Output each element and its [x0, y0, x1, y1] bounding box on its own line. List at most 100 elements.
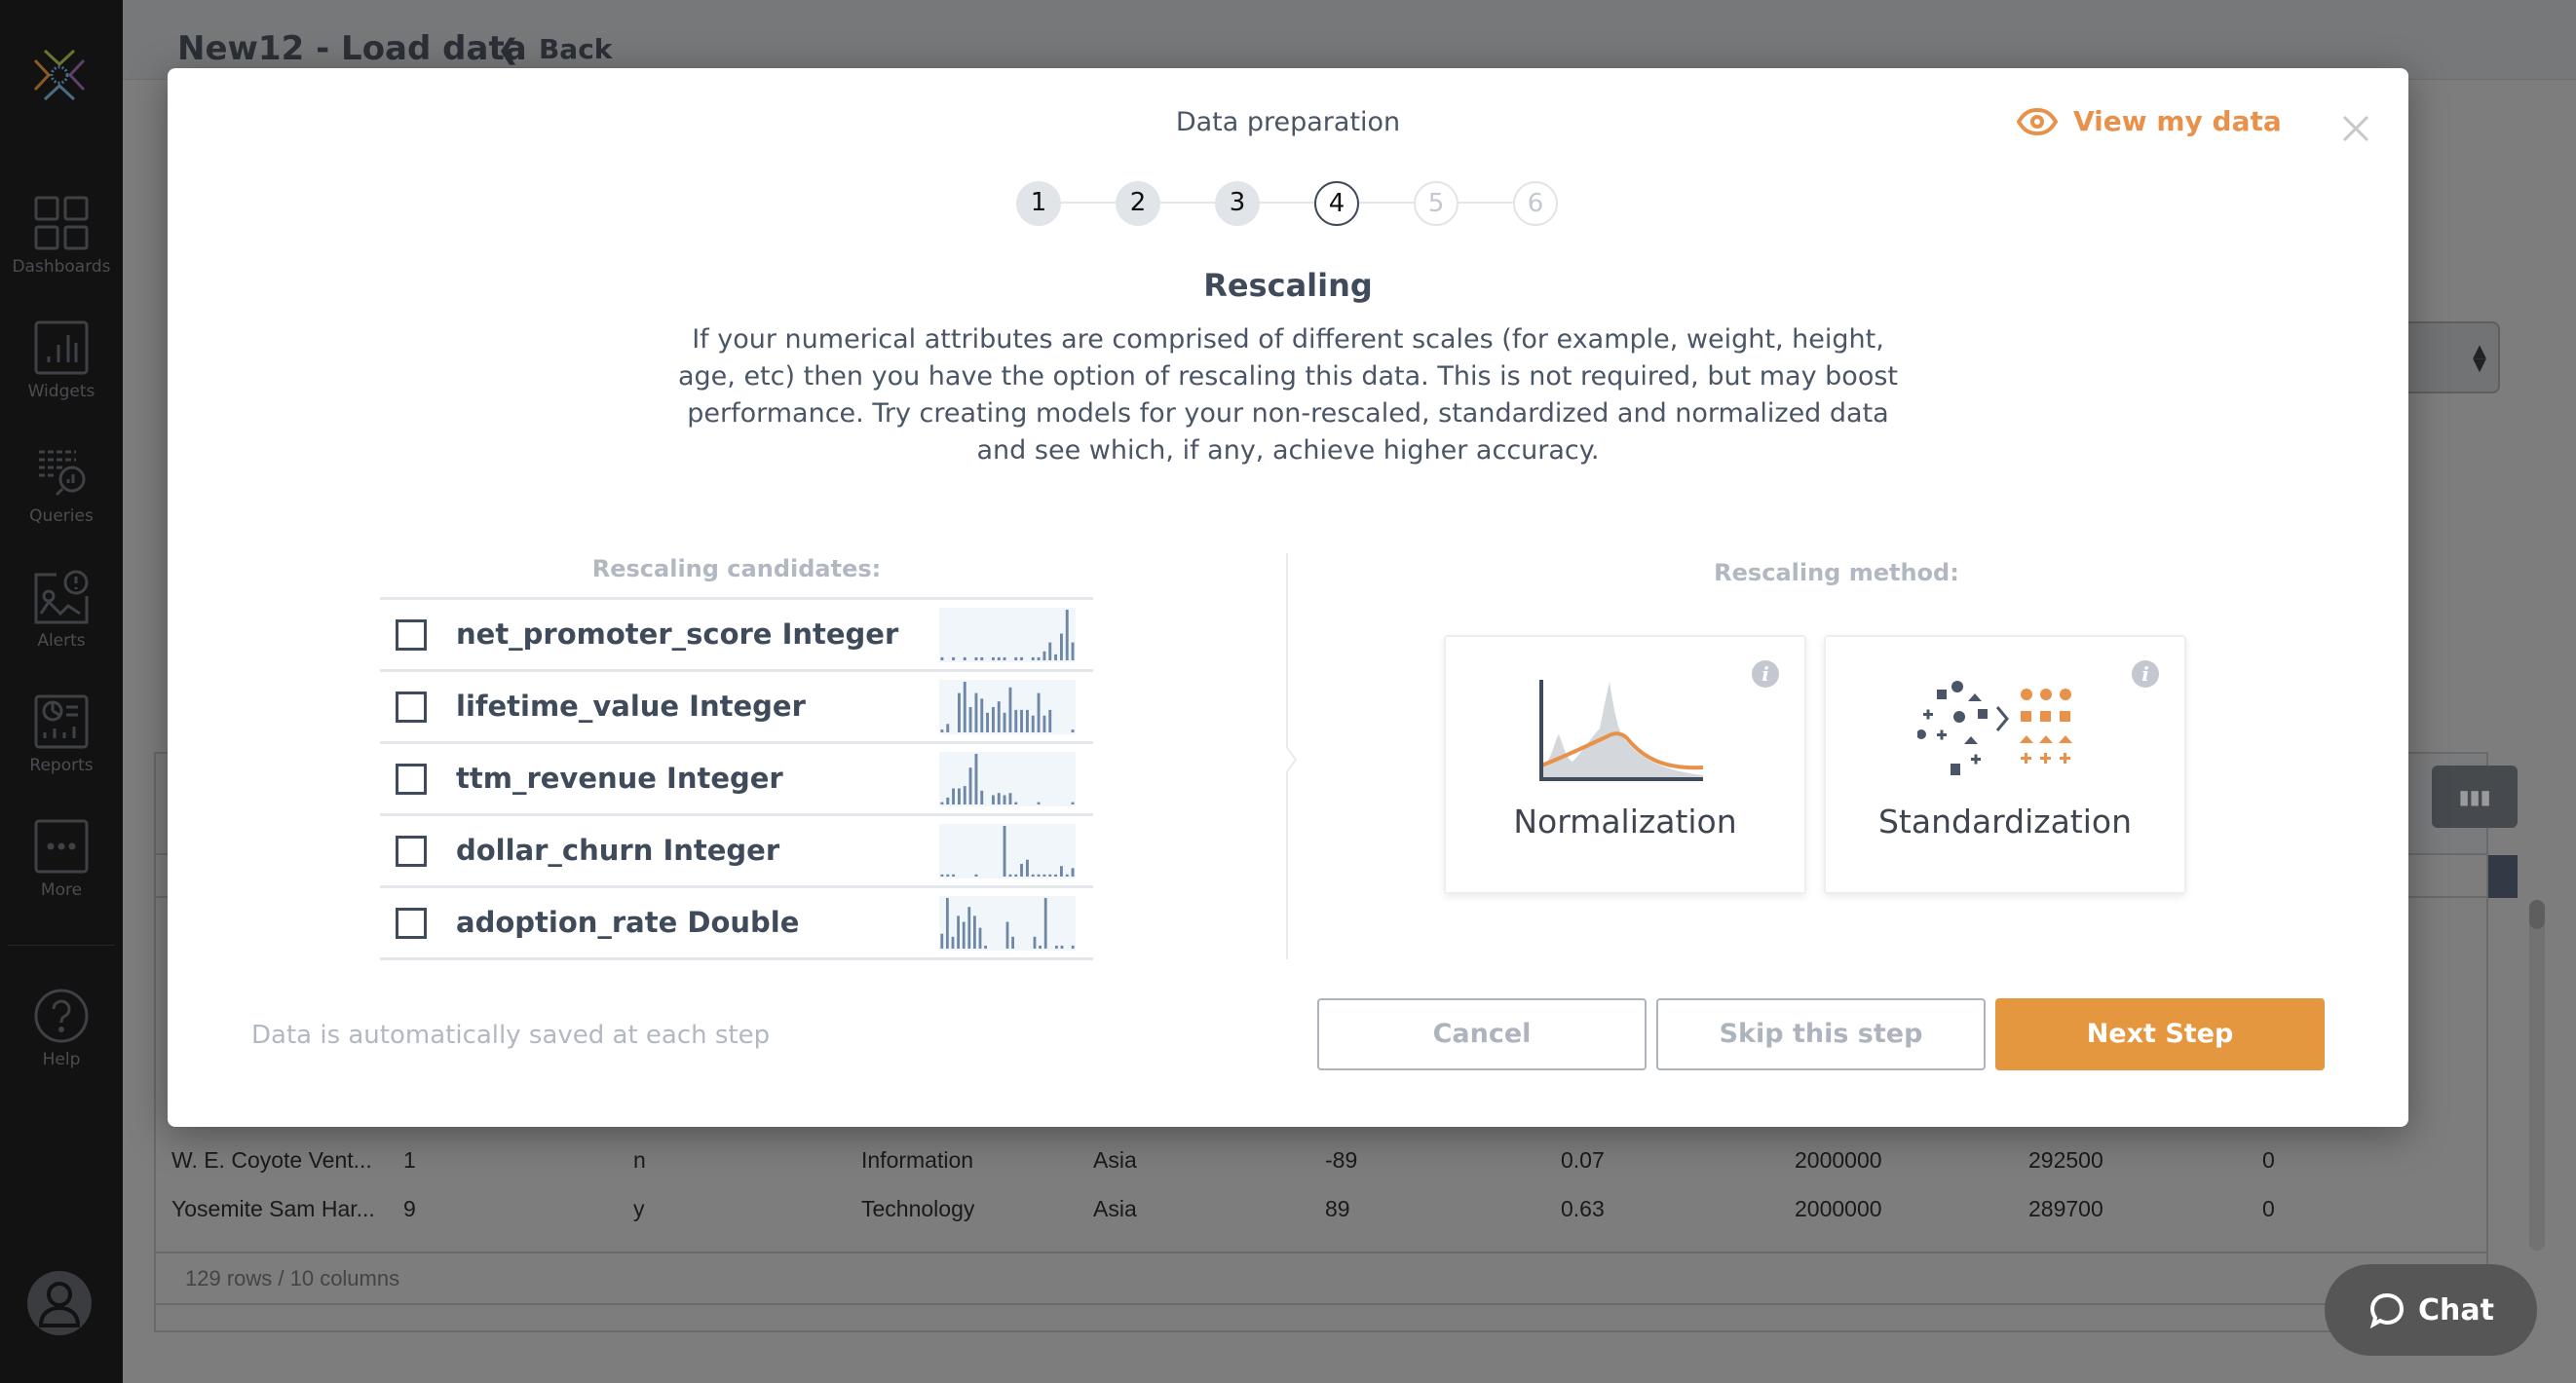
- histogram-bar: [980, 656, 984, 660]
- candidate-histogram: [939, 608, 1076, 662]
- histogram-bar: [974, 874, 978, 877]
- histogram-bar: [940, 802, 944, 804]
- table-cell: -89: [1325, 1147, 1358, 1173]
- histogram-bar: [1042, 651, 1046, 660]
- histogram-bar: [1026, 709, 1029, 732]
- close-icon[interactable]: [2338, 111, 2373, 146]
- sidebar-item-more[interactable]: More: [0, 818, 123, 900]
- histogram-bar: [952, 788, 955, 804]
- table-footer-divider: [156, 1303, 2486, 1305]
- histogram-bar: [1037, 692, 1041, 732]
- histogram-bar: [992, 707, 995, 732]
- candidate-histogram: [939, 752, 1076, 806]
- histogram-bar: [958, 788, 961, 804]
- step-2[interactable]: 2: [1116, 181, 1160, 226]
- table-cell: Asia: [1093, 1196, 1137, 1221]
- selected-header-cell[interactable]: [2488, 855, 2518, 898]
- skip-step-button[interactable]: Skip this step: [1656, 998, 1986, 1070]
- view-my-data-link[interactable]: View my data: [2017, 105, 2282, 137]
- table-row[interactable]: W. E. Coyote Vent... 1 n Information Asia -89…: [158, 1136, 2486, 1184]
- table-cell: Technology: [861, 1196, 975, 1221]
- normalization-label: Normalization: [1513, 803, 1737, 841]
- histogram-bar: [946, 724, 950, 732]
- candidate-row[interactable]: lifetime_value Integer: [380, 672, 1093, 744]
- table-cell: 0.63: [1561, 1196, 1605, 1221]
- candidate-checkbox[interactable]: [396, 908, 427, 939]
- table-scrollbar-thumb[interactable]: [2529, 900, 2545, 929]
- sidebar: Dashboards Widgets Queries Alerts Report…: [0, 0, 123, 1383]
- histogram-bar: [1071, 868, 1075, 877]
- histogram-bar: [1003, 795, 1006, 804]
- back-link[interactable]: ❮ Back: [497, 33, 612, 65]
- histogram-bar: [978, 927, 982, 949]
- cancel-button[interactable]: Cancel: [1317, 998, 1647, 1070]
- candidate-checkbox[interactable]: [396, 764, 427, 795]
- histogram-bar: [946, 797, 950, 804]
- histogram-bar: [986, 712, 989, 732]
- info-icon[interactable]: i: [1752, 660, 1779, 688]
- histogram-bar: [1071, 945, 1075, 949]
- sidebar-item-help[interactable]: Help: [0, 988, 123, 1069]
- histogram-bar: [1014, 656, 1018, 660]
- sidebar-item-reports[interactable]: Reports: [0, 693, 123, 775]
- candidate-row[interactable]: adoption_rate Double: [380, 888, 1093, 960]
- histogram-bar: [984, 945, 987, 949]
- sidebar-item-queries[interactable]: Queries: [0, 444, 123, 526]
- histogram-bar: [997, 701, 1001, 732]
- candidate-checkbox[interactable]: [396, 619, 427, 651]
- app-logo-icon[interactable]: [23, 39, 95, 111]
- standardization-card[interactable]: i Standardization: [1824, 635, 2186, 894]
- step-4: 4: [1314, 181, 1359, 226]
- candidate-row[interactable]: net_promoter_score Integer: [380, 600, 1093, 672]
- table-cell: 2000000: [1795, 1196, 1882, 1221]
- table-row[interactable]: Yosemite Sam Har... 9 y Technology Asia 89 0.6…: [158, 1184, 2486, 1233]
- table-scrollbar[interactable]: [2529, 900, 2545, 1251]
- sidebar-item-dashboards[interactable]: Dashboards: [0, 195, 123, 277]
- sidebar-item-widgets[interactable]: Widgets: [0, 319, 123, 401]
- candidate-row[interactable]: ttm_revenue Integer: [380, 744, 1093, 816]
- table-cell: 0: [2262, 1147, 2275, 1173]
- candidate-checkbox[interactable]: [396, 692, 427, 723]
- histogram-bar: [980, 790, 984, 804]
- step-1[interactable]: 1: [1016, 181, 1061, 226]
- table-cell: 0: [2262, 1196, 2275, 1221]
- standardization-illustration-icon: [1917, 681, 2072, 775]
- histogram-bar: [1031, 874, 1035, 877]
- candidate-histogram: [939, 680, 1076, 734]
- histogram-bar: [1048, 874, 1052, 877]
- histogram-bar: [1060, 945, 1064, 949]
- histogram-bar: [940, 874, 944, 877]
- table-cell: 289700: [2028, 1196, 2103, 1221]
- histogram-bar: [1060, 633, 1063, 660]
- histogram-bar: [1048, 709, 1052, 732]
- step-3[interactable]: 3: [1215, 181, 1260, 226]
- histogram-bar: [1048, 642, 1052, 660]
- histogram-bar: [1005, 921, 1009, 949]
- step-heading: Rescaling: [1203, 267, 1373, 304]
- divider-chevron-icon: [1286, 746, 1298, 773]
- histogram-bar: [1011, 936, 1014, 949]
- histogram-toggle-button[interactable]: ▮▮▮: [2432, 766, 2518, 828]
- histogram-bar: [1037, 656, 1041, 660]
- histogram-bar: [1065, 610, 1069, 660]
- table-cell: y: [633, 1196, 645, 1221]
- normalization-card[interactable]: i Normalization: [1444, 635, 1806, 894]
- info-icon[interactable]: i: [2132, 660, 2159, 688]
- chat-button[interactable]: Chat: [2325, 1264, 2537, 1356]
- histogram-bar: [1031, 656, 1035, 660]
- histogram-bar: [1071, 802, 1075, 804]
- normalization-illustration-icon: [1539, 680, 1704, 781]
- eye-icon: [2017, 107, 2058, 135]
- candidate-histogram: [939, 824, 1076, 878]
- help-icon: [34, 989, 89, 1043]
- candidate-checkbox[interactable]: [396, 836, 427, 867]
- candidate-row[interactable]: dollar_churn Integer: [380, 816, 1093, 888]
- sidebar-item-label: Queries: [29, 506, 94, 526]
- queries-icon: [39, 450, 86, 497]
- next-step-button[interactable]: Next Step: [1995, 998, 2325, 1070]
- histogram-bar: [992, 656, 995, 660]
- user-avatar[interactable]: [27, 1271, 92, 1335]
- sidebar-item-alerts[interactable]: Alerts: [0, 569, 123, 651]
- sidebar-item-label: More: [40, 880, 83, 900]
- table-cell: 0.07: [1561, 1147, 1605, 1173]
